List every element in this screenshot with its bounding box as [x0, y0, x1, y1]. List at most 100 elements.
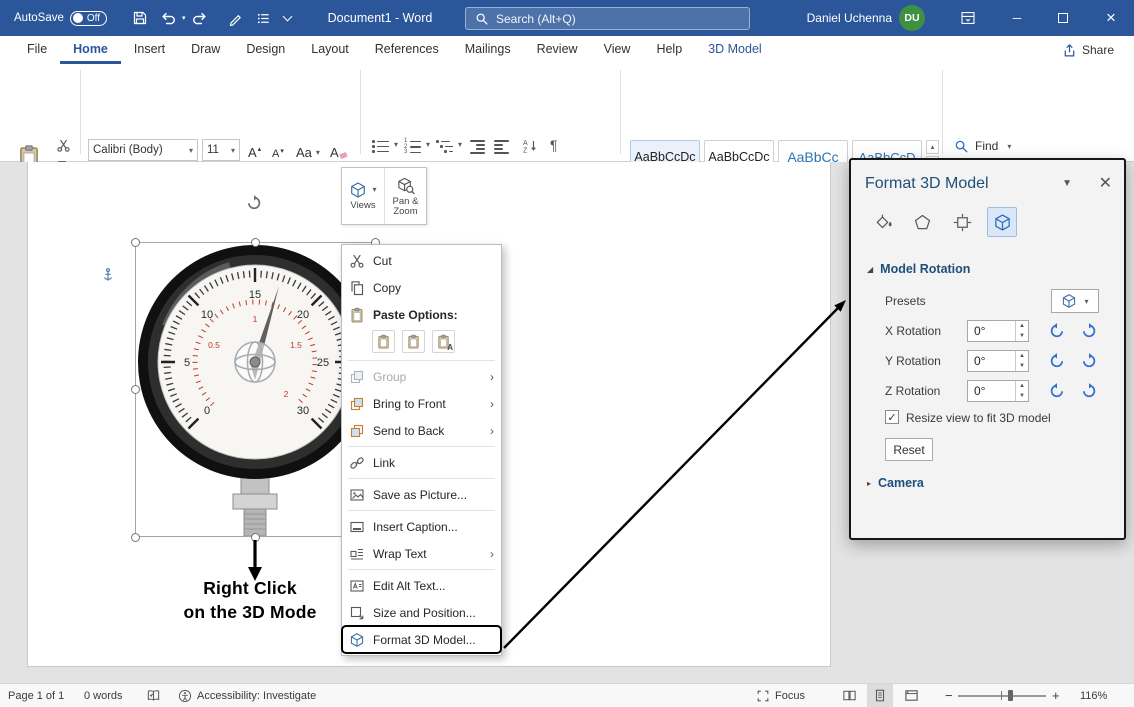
find-button[interactable]: Find▾ — [954, 136, 1011, 156]
menu-item-bring-to-front[interactable]: Bring to Front› — [342, 390, 501, 417]
panel-tab-layout-properties[interactable] — [947, 207, 977, 237]
resize-handle-s[interactable] — [251, 533, 260, 542]
multilevel-list-button[interactable]: ▾ — [436, 140, 462, 153]
rotate-y-right-button[interactable] — [1077, 349, 1101, 373]
tab-mailings[interactable]: Mailings — [452, 36, 524, 64]
rotate-x-left-button[interactable] — [1045, 319, 1069, 343]
accessibility-checker[interactable]: Accessibility: Investigate — [178, 684, 316, 707]
reset-button[interactable]: Reset — [885, 438, 933, 461]
paste-text-only-button[interactable]: A — [432, 330, 455, 353]
focus-button[interactable]: Focus — [756, 684, 805, 707]
search-input[interactable] — [496, 12, 716, 26]
rotate-z-right-button[interactable] — [1077, 379, 1101, 403]
zoom-level[interactable]: 116% — [1080, 684, 1107, 707]
minimize-button[interactable]: ─ — [996, 0, 1038, 36]
model-rotation-section-header[interactable]: ◢ Model Rotation — [867, 262, 970, 276]
menu-item-link[interactable]: Link — [342, 449, 501, 476]
panel-close-button[interactable]: ✕ — [1099, 173, 1112, 193]
undo-dropdown-arrow-icon[interactable]: ▾ — [182, 14, 186, 22]
tab-draw[interactable]: Draw — [178, 36, 233, 64]
presets-dropdown[interactable]: ▾ — [1051, 289, 1099, 313]
sort-button[interactable] — [522, 138, 538, 154]
font-size-dropdown-arrow-icon[interactable]: ▾ — [231, 146, 235, 155]
avatar[interactable]: DU — [899, 5, 925, 31]
resize-view-checkbox[interactable]: ✓ — [885, 410, 899, 424]
show-paragraph-marks-button[interactable]: ¶ — [550, 137, 558, 153]
rotate-z-left-button[interactable] — [1045, 379, 1069, 403]
tab-view[interactable]: View — [591, 36, 644, 64]
search-box[interactable] — [465, 7, 750, 30]
resize-handle-nw[interactable] — [131, 238, 140, 247]
menu-item-wrap-text[interactable]: Wrap Text› — [342, 540, 501, 567]
redo-button[interactable] — [192, 0, 208, 36]
y-rotation-spinner[interactable]: 0° ▲▼ — [967, 350, 1029, 372]
customize-quick-access-button[interactable] — [284, 0, 291, 36]
spin-down-icon[interactable]: ▼ — [1016, 391, 1028, 401]
account-button[interactable]: DU — [899, 0, 925, 36]
zoom-out-button[interactable]: − — [945, 684, 953, 707]
cut-button[interactable] — [56, 138, 71, 153]
maximize-button[interactable] — [1042, 0, 1084, 36]
panel-tab-fill[interactable] — [867, 207, 897, 237]
tab-file[interactable]: File — [14, 36, 60, 64]
resize-handle-w[interactable] — [131, 385, 140, 394]
tab-review[interactable]: Review — [524, 36, 591, 64]
z-rotation-spinner[interactable]: 0° ▲▼ — [967, 380, 1029, 402]
close-button[interactable]: × — [1088, 0, 1134, 36]
views-button[interactable]: ▾ Views — [342, 168, 384, 224]
tab-3d-model[interactable]: 3D Model — [695, 36, 775, 64]
menu-item-insert-caption[interactable]: Insert Caption... — [342, 513, 501, 540]
tab-insert[interactable]: Insert — [121, 36, 178, 64]
rotate-handle[interactable] — [245, 194, 263, 212]
camera-section-header[interactable]: ▸ Camera — [867, 476, 924, 490]
read-mode-button[interactable] — [836, 684, 862, 707]
x-rotation-spinner[interactable]: 0° ▲▼ — [967, 320, 1029, 342]
spin-up-icon[interactable]: ▲ — [1016, 321, 1028, 331]
menu-item-size-and-position[interactable]: Size and Position... — [342, 599, 501, 626]
font-size-combo[interactable]: 11▾ — [202, 139, 240, 161]
decrease-indent-button[interactable] — [470, 140, 485, 154]
draw-tool-button[interactable] — [228, 0, 243, 36]
spin-down-icon[interactable]: ▼ — [1016, 361, 1028, 371]
grow-font-button[interactable]: A▴ — [248, 140, 261, 160]
rotate-x-right-button[interactable] — [1077, 319, 1101, 343]
pan-zoom-button[interactable]: Pan & Zoom — [384, 168, 426, 224]
bullets-button[interactable]: ▾ — [372, 140, 398, 153]
increase-indent-button[interactable] — [494, 140, 509, 154]
tab-references[interactable]: References — [362, 36, 452, 64]
menu-item-copy[interactable]: Copy — [342, 274, 501, 301]
tab-design[interactable]: Design — [233, 36, 298, 64]
zoom-slider-track[interactable] — [958, 695, 1046, 697]
shrink-font-button[interactable]: A▾ — [272, 140, 284, 160]
paste-merge-formatting-button[interactable] — [402, 330, 425, 353]
resize-handle-sw[interactable] — [131, 533, 140, 542]
tab-help[interactable]: Help — [643, 36, 695, 64]
word-count[interactable]: 0 words — [84, 684, 123, 707]
menu-item-save-as-picture[interactable]: Save as Picture... — [342, 481, 501, 508]
autosave-toggle[interactable]: AutoSave Off — [14, 0, 107, 36]
menu-item-cut[interactable]: Cut — [342, 247, 501, 274]
panel-tab-effects[interactable] — [907, 207, 937, 237]
spin-up-icon[interactable]: ▲ — [1016, 381, 1028, 391]
styles-scroll-up-button[interactable]: ▴ — [926, 140, 939, 154]
menu-item-edit-alt-text[interactable]: Edit Alt Text... — [342, 572, 501, 599]
zoom-slider-thumb[interactable] — [1008, 690, 1013, 701]
change-case-button[interactable]: Aa▾ — [296, 140, 320, 160]
proofing-button[interactable] — [146, 684, 161, 707]
quick-access-list-button[interactable] — [256, 0, 271, 36]
panel-options-chevron-icon[interactable]: ▼ — [1062, 178, 1072, 189]
spin-up-icon[interactable]: ▲ — [1016, 351, 1028, 361]
font-name-combo[interactable]: Calibri (Body)▾ — [88, 139, 198, 161]
ribbon-display-options-button[interactable] — [952, 0, 984, 36]
share-button[interactable]: Share — [1052, 36, 1124, 64]
tab-layout[interactable]: Layout — [298, 36, 362, 64]
paste-keep-formatting-button[interactable] — [372, 330, 395, 353]
web-layout-button[interactable] — [898, 684, 924, 707]
menu-item-format-3d-model[interactable]: Format 3D Model... — [342, 626, 501, 653]
zoom-in-button[interactable]: + — [1052, 684, 1060, 707]
undo-button[interactable]: ▾ — [160, 0, 186, 36]
panel-tab-3d-model[interactable] — [987, 207, 1017, 237]
font-name-dropdown-arrow-icon[interactable]: ▾ — [189, 146, 193, 155]
print-layout-button[interactable] — [867, 684, 893, 707]
clear-formatting-button[interactable]: A — [330, 140, 347, 160]
